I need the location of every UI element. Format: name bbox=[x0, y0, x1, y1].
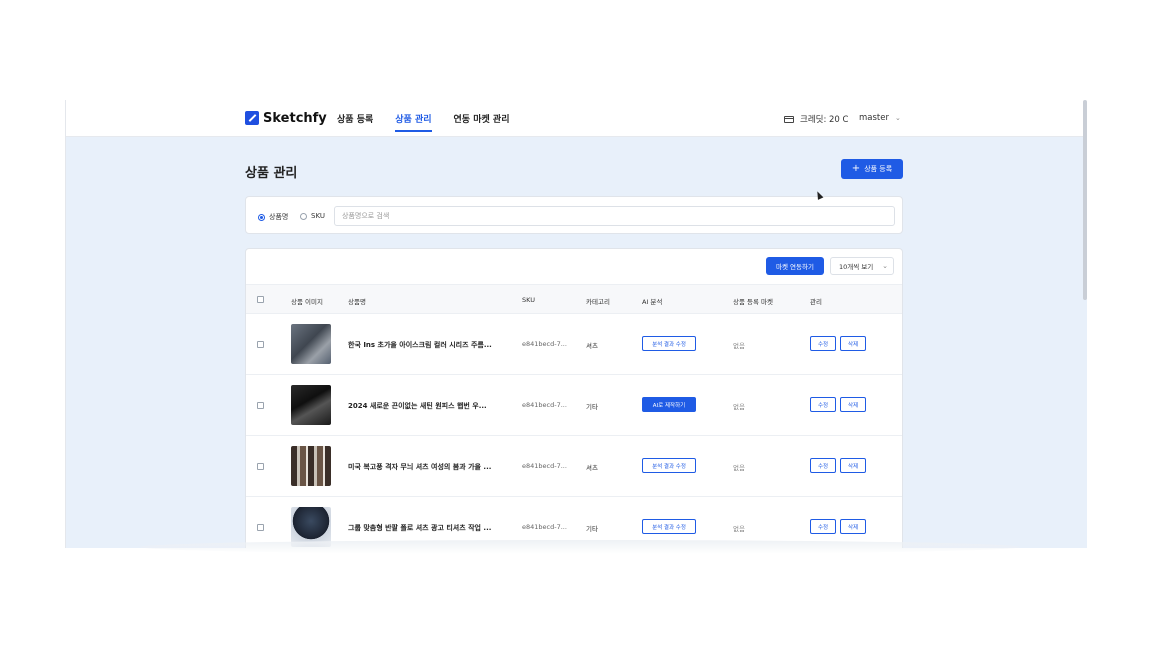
screen: Sketchfy 상품 등록 상품 관리 연동 마켓 관리 크레딧: 20 C … bbox=[0, 0, 1152, 648]
ai-create-button[interactable]: AI로 제작하기 bbox=[642, 397, 696, 412]
ai-analysis-button[interactable]: 분석 결과 수정 bbox=[642, 336, 696, 351]
ai-analysis-button[interactable]: 분석 결과 수정 bbox=[642, 458, 696, 473]
column-header-image: 상품 이미지 bbox=[291, 298, 323, 306]
credit-card-icon bbox=[784, 115, 794, 123]
logo-text: Sketchfy bbox=[263, 110, 327, 126]
delete-button[interactable]: 삭제 bbox=[840, 397, 866, 412]
logo[interactable]: Sketchfy bbox=[245, 110, 327, 126]
table-row: 미국 복고풍 격자 무늬 셔츠 여성의 봄과 가을 ... e841becd-7… bbox=[246, 436, 902, 497]
vertical-scrollbar[interactable] bbox=[1083, 100, 1087, 300]
row-checkbox[interactable] bbox=[257, 463, 264, 470]
ai-analysis-button[interactable]: 분석 결과 수정 bbox=[642, 519, 696, 534]
user-menu[interactable]: master ⌄ bbox=[859, 113, 901, 123]
market-link-button[interactable]: 마켓 연동하기 bbox=[766, 257, 824, 275]
product-name: 미국 복고풍 격자 무늬 셔츠 여성의 봄과 가을 ... bbox=[348, 463, 492, 471]
table-row: 한국 Ins 초가을 아이스크림 컬러 시리즈 주름... e841becd-7… bbox=[246, 314, 902, 375]
delete-button[interactable]: 삭제 bbox=[840, 519, 866, 534]
delete-button[interactable]: 삭제 bbox=[840, 458, 866, 473]
add-product-label: 상품 등록 bbox=[864, 165, 893, 173]
app-window: Sketchfy 상품 등록 상품 관리 연동 마켓 관리 크레딧: 20 C … bbox=[65, 100, 1087, 548]
product-sku: e841becd-7... bbox=[522, 340, 567, 348]
product-name: 2024 새로운 끈이없는 새틴 원피스 햅번 우... bbox=[348, 402, 487, 410]
credit-label: 크레딧: 20 C bbox=[800, 115, 849, 125]
radio-label: SKU bbox=[311, 212, 325, 220]
column-header-name: 상품명 bbox=[348, 298, 366, 306]
product-image[interactable] bbox=[291, 446, 331, 486]
product-market: 없음 bbox=[733, 342, 745, 350]
credit-display: 크레딧: 20 C bbox=[784, 113, 848, 125]
product-sku: e841becd-7... bbox=[522, 462, 567, 470]
nav-item-product-register[interactable]: 상품 등록 bbox=[337, 112, 373, 132]
product-name: 한국 Ins 초가을 아이스크림 컬러 시리즈 주름... bbox=[348, 341, 492, 349]
column-header-market: 상품 등록 마켓 bbox=[733, 298, 774, 306]
product-market: 없음 bbox=[733, 403, 745, 411]
edit-button[interactable]: 수정 bbox=[810, 458, 836, 473]
product-name: 그룹 맞춤형 반팔 폴로 셔츠 광고 티셔츠 작업 ... bbox=[348, 524, 492, 532]
window-shadow bbox=[140, 540, 1020, 554]
row-checkbox[interactable] bbox=[257, 402, 264, 409]
edit-button[interactable]: 수정 bbox=[810, 336, 836, 351]
select-all-checkbox[interactable] bbox=[257, 296, 264, 303]
page-size-select[interactable]: 10개씩 보기 ⌄ bbox=[830, 257, 894, 275]
table-header: 상품 이미지 상품명 SKU 카테고리 AI 분석 상품 등록 마켓 관리 bbox=[246, 284, 902, 314]
radio-label: 상품명 bbox=[269, 213, 289, 221]
logo-mark-icon bbox=[245, 111, 259, 125]
product-category: 셔츠 bbox=[586, 464, 598, 472]
main-nav: 상품 등록 상품 관리 연동 마켓 관리 bbox=[337, 112, 509, 132]
product-sku: e841becd-7... bbox=[522, 401, 567, 409]
search-input[interactable]: 상품명으로 검색 bbox=[334, 206, 895, 226]
product-category: 기타 bbox=[586, 403, 598, 411]
radio-selected-icon bbox=[258, 213, 265, 221]
chevron-down-icon: ⌄ bbox=[894, 114, 901, 122]
top-navigation-bar: Sketchfy 상품 등록 상품 관리 연동 마켓 관리 크레딧: 20 C … bbox=[66, 100, 1087, 137]
product-table-card: 마켓 연동하기 10개씩 보기 ⌄ 상품 이미지 상품명 SKU 카테고리 AI… bbox=[245, 248, 903, 548]
column-header-category: 카테고리 bbox=[586, 298, 610, 306]
product-sku: e841becd-7... bbox=[522, 523, 567, 531]
nav-item-market-manage[interactable]: 연동 마켓 관리 bbox=[454, 112, 510, 132]
radio-sku[interactable]: SKU bbox=[300, 212, 325, 220]
delete-button[interactable]: 삭제 bbox=[840, 336, 866, 351]
column-header-ai: AI 분석 bbox=[642, 298, 663, 306]
product-image[interactable] bbox=[291, 385, 331, 425]
edit-button[interactable]: 수정 bbox=[810, 397, 836, 412]
chevron-down-icon: ⌄ bbox=[882, 262, 888, 270]
column-header-sku: SKU bbox=[522, 296, 535, 304]
product-market: 없음 bbox=[733, 464, 745, 472]
add-product-button[interactable]: + 상품 등록 bbox=[841, 159, 903, 179]
radio-unselected-icon bbox=[300, 212, 307, 220]
product-category: 기타 bbox=[586, 525, 598, 533]
user-name: master bbox=[859, 113, 889, 123]
row-checkbox[interactable] bbox=[257, 341, 264, 348]
radio-product-name[interactable]: 상품명 bbox=[258, 212, 288, 222]
plus-icon: + bbox=[851, 163, 861, 174]
table-row: 2024 새로운 끈이없는 새틴 원피스 햅번 우... e841becd-7.… bbox=[246, 375, 902, 436]
nav-item-product-manage[interactable]: 상품 관리 bbox=[395, 112, 432, 132]
product-image[interactable] bbox=[291, 324, 331, 364]
column-header-manage: 관리 bbox=[810, 298, 822, 306]
page-title: 상품 관리 bbox=[245, 166, 298, 181]
row-checkbox[interactable] bbox=[257, 524, 264, 531]
search-panel: 상품명 SKU 상품명으로 검색 bbox=[245, 196, 903, 234]
page-size-value: 10개씩 보기 bbox=[839, 263, 874, 271]
edit-button[interactable]: 수정 bbox=[810, 519, 836, 534]
product-market: 없음 bbox=[733, 525, 745, 533]
product-category: 셔츠 bbox=[586, 342, 598, 350]
